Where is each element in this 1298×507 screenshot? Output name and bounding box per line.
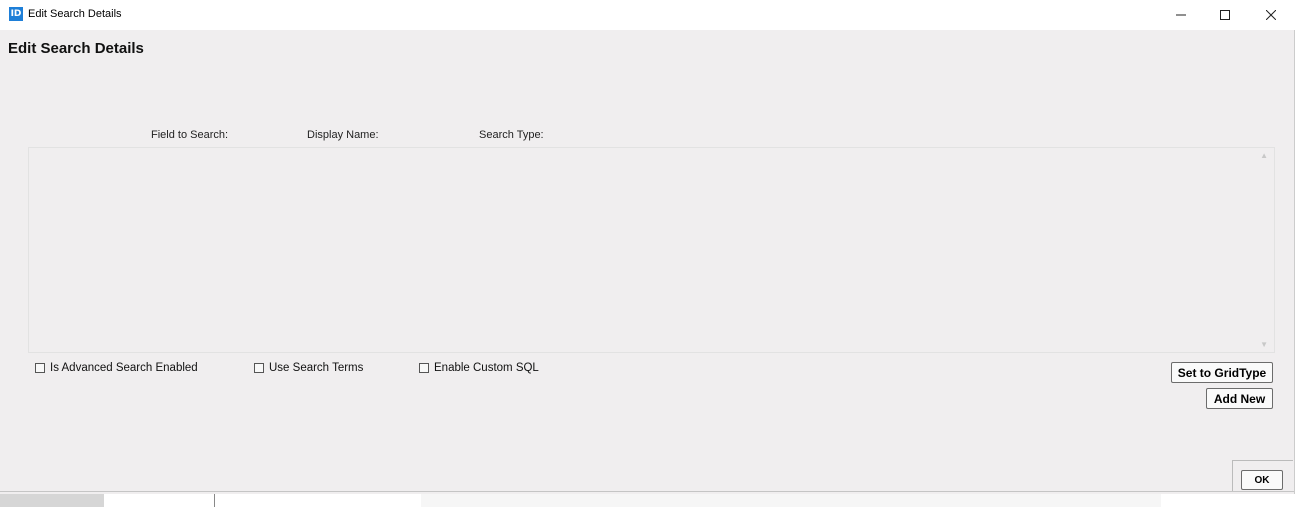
window-right-border xyxy=(1294,30,1298,494)
page-title: Edit Search Details xyxy=(8,40,144,57)
column-header-display-name: Display Name: xyxy=(307,129,379,141)
use-search-terms-label: Use Search Terms xyxy=(269,362,364,374)
dialog-client-area: Edit Search Details Field to Search: Dis… xyxy=(0,30,1294,491)
maximize-icon xyxy=(1220,10,1230,20)
close-button[interactable] xyxy=(1248,0,1294,30)
column-header-field-to-search: Field to Search: xyxy=(151,129,229,141)
app-icon: ID xyxy=(9,7,23,21)
custom-sql-checkbox[interactable]: Enable Custom SQL xyxy=(419,362,539,374)
close-icon xyxy=(1266,10,1276,20)
checkbox-box[interactable] xyxy=(35,363,45,373)
background-divider xyxy=(214,494,215,507)
window-title: Edit Search Details xyxy=(28,8,122,20)
custom-sql-label: Enable Custom SQL xyxy=(434,362,539,374)
scroll-up-icon[interactable]: ▲ xyxy=(1260,151,1268,160)
background-app-strip xyxy=(0,494,1298,507)
add-new-button[interactable]: Add New xyxy=(1206,388,1273,409)
minimize-icon xyxy=(1176,14,1186,16)
use-search-terms-checkbox[interactable]: Use Search Terms xyxy=(254,362,363,374)
title-bar: ID Edit Search Details xyxy=(0,0,1298,30)
scroll-down-icon[interactable]: ▼ xyxy=(1260,340,1268,349)
search-fields-grid[interactable]: ▲ ▼ xyxy=(28,147,1275,353)
minimize-button[interactable] xyxy=(1158,0,1204,30)
maximize-button[interactable] xyxy=(1202,0,1248,30)
background-segment xyxy=(421,494,1161,507)
background-segment xyxy=(0,494,104,507)
checkbox-box[interactable] xyxy=(419,363,429,373)
advanced-search-checkbox[interactable]: Is Advanced Search Enabled xyxy=(35,362,198,374)
advanced-search-label: Is Advanced Search Enabled xyxy=(50,362,198,374)
ok-button[interactable]: OK xyxy=(1241,470,1283,490)
checkbox-box[interactable] xyxy=(254,363,264,373)
set-to-gridtype-button[interactable]: Set to GridType xyxy=(1171,362,1273,383)
column-header-search-type: Search Type: xyxy=(479,129,544,141)
